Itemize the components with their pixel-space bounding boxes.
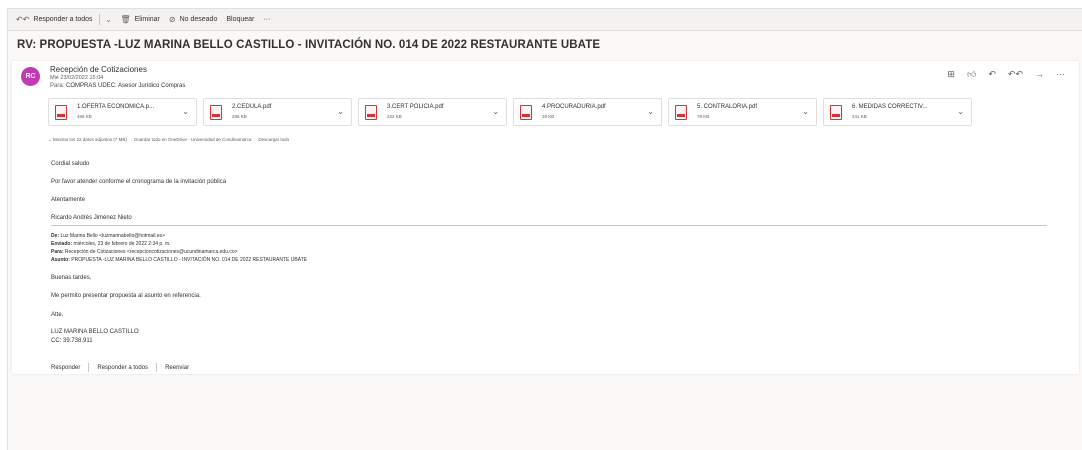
attachment-size: 241 KB [852, 114, 867, 119]
trash-icon: 🗑 [120, 15, 131, 24]
attachment-size: 78 KB [697, 114, 710, 119]
forward-link[interactable]: Reenviar [165, 365, 189, 371]
attachment-name: 4.PROCURADURIA.pdf [542, 104, 606, 110]
forward-closing: Atte, [51, 312, 64, 318]
immersive-reader-icon[interactable]: ⊞ [947, 69, 955, 80]
message-card: RC Recepción de Cotizaciones Mié 23/02/2… [12, 61, 1079, 374]
forward-line: Me permito presentar propuesta al asunto… [51, 293, 201, 299]
body-greeting: Cordial saludo [51, 161, 90, 167]
attachment-size: 295 KB [232, 114, 247, 119]
pdf-file-icon [520, 105, 532, 120]
pdf-file-icon [830, 105, 842, 120]
forward-cc: CC: 39.738.911 [51, 338, 93, 344]
reply-divider [156, 363, 158, 372]
attachment-card[interactable]: 2.CEDULA.pdf 295 KB ⌄ [203, 98, 352, 126]
body-signature: Ricardo Andrés Jiménez Nieto [51, 215, 132, 221]
forward-icon[interactable]: → [1035, 69, 1044, 80]
attachment-name: 3.CERT POLICIA.pdf [387, 104, 444, 110]
like-icon[interactable]: 👍︎ [967, 69, 976, 80]
forward-greeting: Buenas tardes, [51, 275, 92, 281]
chevron-down-icon[interactable]: ⌄ [492, 107, 499, 116]
avatar[interactable]: RC [21, 67, 40, 86]
reply-icon[interactable]: ↶ [988, 69, 996, 80]
body-closing: Atentamente [51, 197, 86, 203]
attachment-card[interactable]: 4.PROCURADURIA.pdf 29 KB ⌄ [513, 98, 662, 126]
attachment-card[interactable]: 1.OFERTA ECONOMICA.p... 466 KB ⌄ [48, 98, 197, 126]
body-line: Por favor atender conforme el cronograma… [51, 179, 227, 185]
toolbar-divider [98, 14, 100, 25]
to-label: Para: [50, 83, 65, 89]
pdf-file-icon [675, 105, 687, 120]
email-subject: RV: PROPUESTA -LUZ MARINA BELLO CASTILLO… [17, 39, 601, 51]
attachment-size: 466 KB [77, 114, 92, 119]
save-onedrive-link[interactable]: Guardar todo en OneDrive - Universidad d… [134, 137, 252, 143]
attachment-list: 1.OFERTA ECONOMICA.p... 466 KB ⌄ 2.CEDUL… [48, 98, 978, 126]
attachment-links: ⌄ Mostrar los 22 datos adjuntos (7 MB) G… [48, 137, 289, 143]
recipient-name[interactable]: COMPRAS UDEC: Asesor Jurídico Compras [66, 83, 185, 89]
message-toolbar: ↶↶ Responder a todos ⌄ 🗑 Eliminar ⊘ No d… [8, 9, 1082, 31]
reply-all-button[interactable]: ↶↶ Responder a todos [16, 15, 93, 24]
chevron-down-icon[interactable]: ⌄ [337, 107, 344, 116]
reply-link[interactable]: Responder [51, 365, 80, 371]
pdf-file-icon [365, 105, 377, 120]
message-actions: ⊞ 👍︎ ↶ ↶↶ → ··· [947, 69, 1065, 80]
attachment-name: 5. CONTRALORIA.pdf [697, 104, 758, 110]
reply-bar: Responder Responder a todos Reenviar [51, 363, 189, 372]
reply-divider [88, 363, 90, 372]
reply-all-icon[interactable]: ↶↶ [1008, 69, 1023, 80]
reading-pane: ↶↶ Responder a todos ⌄ 🗑 Eliminar ⊘ No d… [7, 8, 1082, 450]
more-icon: ··· [263, 16, 271, 23]
junk-button[interactable]: ⊘ No deseado [169, 15, 217, 24]
chevron-down-icon[interactable]: ⌄ [957, 107, 964, 116]
more-icon[interactable]: ··· [1056, 69, 1065, 80]
reply-all-link[interactable]: Responder a todos [97, 365, 148, 371]
quote-divider [51, 225, 1047, 226]
attachment-name: 1.OFERTA ECONOMICA.p... [77, 104, 155, 110]
recipient-line: Para: COMPRAS UDEC: Asesor Jurídico Comp… [50, 83, 185, 89]
forward-name: LUZ MARINA BELLO CASTILLO [51, 329, 139, 335]
chevron-down-icon[interactable]: ⌄ [182, 107, 189, 116]
chevron-down-icon[interactable]: ⌄ [647, 107, 654, 116]
sender-name[interactable]: Recepción de Cotizaciones [50, 65, 147, 74]
more-actions-button[interactable]: ··· [263, 16, 270, 23]
show-all-attachments-link[interactable]: ⌄ Mostrar los 22 datos adjuntos (7 MB) [48, 137, 127, 143]
attachment-name: 2.CEDULA.pdf [232, 104, 272, 110]
chevron-down-icon[interactable]: ⌄ [802, 107, 809, 116]
pdf-file-icon [55, 105, 67, 120]
forward-from: De: Luz Marina Bello <luzmarinabello@hot… [51, 233, 166, 239]
block-button[interactable]: Bloquear [226, 16, 254, 23]
attachment-card[interactable]: 5. CONTRALORIA.pdf 78 KB ⌄ [668, 98, 817, 126]
attachment-size: 222 KB [387, 114, 402, 119]
attachment-card[interactable]: 6. MEDIDAS CORRECTIV... 241 KB ⌄ [823, 98, 972, 126]
attachment-size: 29 KB [542, 114, 555, 119]
pdf-file-icon [210, 105, 222, 120]
delete-button[interactable]: 🗑 Eliminar [120, 15, 159, 24]
forward-sent: Enviado: miércoles, 23 de febrero de 202… [51, 241, 171, 247]
message-date: Mié 23/02/2022 15:04 [50, 75, 104, 81]
forward-to: Para: Recepción de Cotizaciones <recepci… [51, 249, 238, 255]
reply-all-icon: ↶↶ [16, 15, 30, 24]
download-all-link[interactable]: Descargar todo [258, 137, 289, 143]
forward-subject: Asunto: PROPUESTA -LUZ MARINA BELLO CAST… [51, 257, 308, 263]
attachment-name: 6. MEDIDAS CORRECTIV... [852, 104, 928, 110]
attachment-card[interactable]: 3.CERT POLICIA.pdf 222 KB ⌄ [358, 98, 507, 126]
block-circle-icon: ⊘ [168, 15, 176, 24]
chevron-down-icon[interactable]: ⌄ [106, 16, 112, 24]
